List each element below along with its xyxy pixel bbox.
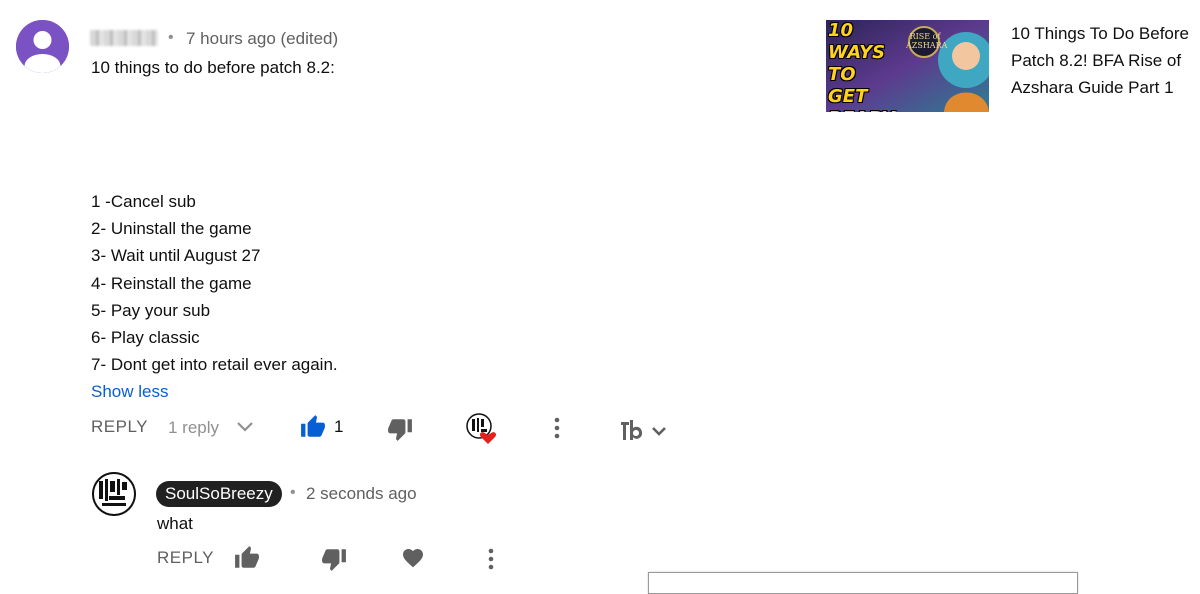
- video-title-link[interactable]: 10 Things To Do Before Patch 8.2! BFA Ri…: [1011, 20, 1200, 101]
- list-item: 3- Wait until August 27: [91, 246, 261, 266]
- heart-icon[interactable]: [400, 546, 426, 570]
- more-vertical-icon[interactable]: [548, 416, 566, 440]
- list-item: 5- Pay your sub: [91, 300, 211, 320]
- list-item: 6- Play classic: [91, 328, 200, 348]
- reply-reply-button[interactable]: REPLY: [157, 548, 214, 568]
- list-item: 2- Uninstall the game: [91, 219, 252, 239]
- thumbnail-logo-text: RISE of AZSHARA: [906, 32, 948, 50]
- reply-timestamp[interactable]: 2 seconds ago: [306, 484, 417, 504]
- list-item: 7- Dont get into retail ever again.: [91, 355, 338, 375]
- comment-timestamp[interactable]: 7 hours ago (edited): [186, 29, 338, 49]
- like-count: 1: [334, 417, 344, 436]
- thumbs-down-icon[interactable]: [386, 416, 414, 442]
- show-less-link[interactable]: Show less: [91, 382, 168, 402]
- reply-username[interactable]: SoulSoBreezy: [156, 481, 282, 507]
- author-name-blurred[interactable]: [90, 30, 158, 46]
- view-replies-button[interactable]: 1 reply: [168, 418, 219, 438]
- list-item: 1 -Cancel sub: [91, 192, 196, 211]
- context-popup[interactable]: [648, 572, 1078, 594]
- tubebuddy-icon[interactable]: [619, 418, 671, 444]
- thumbs-down-icon[interactable]: [320, 546, 348, 572]
- creator-heart-icon[interactable]: [466, 413, 498, 445]
- more-vertical-icon[interactable]: [482, 547, 500, 571]
- reply-meta-separator: •: [290, 484, 296, 501]
- comment-intro: 10 things to do before patch 8.2:: [91, 58, 335, 77]
- comment-list: 1 -Cancel sub 2- Uninstall the game 3- W…: [91, 188, 338, 378]
- user-avatar-icon[interactable]: [16, 20, 69, 73]
- reply-text: what: [157, 514, 193, 533]
- video-thumbnail[interactable]: 10 WAYS TO GET READY RISE of AZSHARA: [826, 20, 989, 112]
- meta-separator: •: [168, 29, 174, 46]
- list-item: 4- Reinstall the game: [91, 273, 252, 293]
- reply-avatar[interactable]: [92, 472, 136, 516]
- reply-button[interactable]: REPLY: [91, 417, 148, 437]
- thumbnail-caption: 10 WAYS TO GET READY: [828, 20, 895, 112]
- chevron-down-icon[interactable]: [236, 420, 254, 434]
- thumbs-up-icon[interactable]: [299, 414, 327, 440]
- thumbs-up-icon[interactable]: [233, 545, 261, 571]
